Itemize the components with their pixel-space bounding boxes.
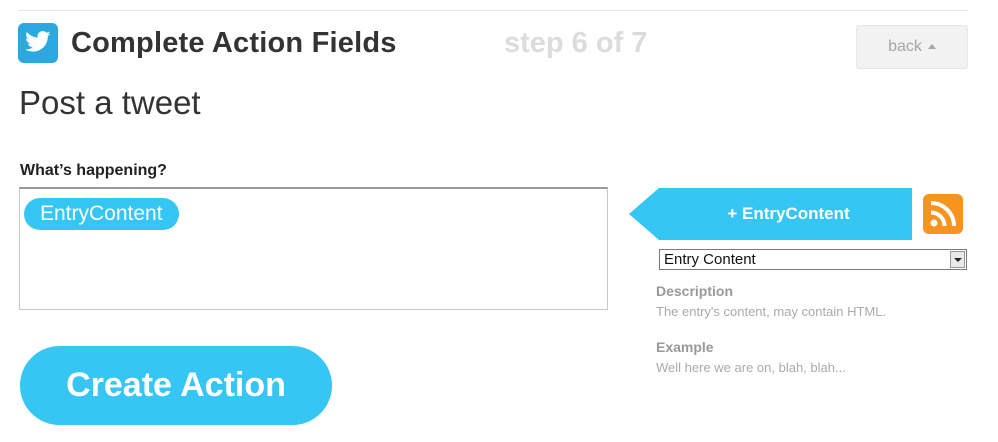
- chevron-down-icon[interactable]: [950, 251, 965, 268]
- caret-up-icon: [927, 43, 936, 49]
- add-ingredient-label: + EntryContent: [727, 204, 850, 223]
- step-indicator: step 6 of 7: [504, 27, 648, 59]
- create-action-label: Create Action: [66, 366, 286, 404]
- ingredient-select-value: Entry Content: [664, 251, 756, 268]
- example-text: Well here we are on, blah, blah...: [656, 360, 846, 375]
- description-text: The entry's content, may contain HTML.: [656, 304, 887, 319]
- create-action-button[interactable]: Create Action: [20, 346, 332, 425]
- back-button-label: back: [888, 38, 922, 55]
- page-title: Complete Action Fields: [71, 27, 397, 59]
- twitter-icon: [18, 23, 58, 63]
- action-title: Post a tweet: [19, 84, 201, 121]
- add-ingredient-button[interactable]: + EntryContent: [629, 188, 912, 240]
- tweet-text-field[interactable]: EntryContent: [19, 187, 608, 310]
- ingredient-token[interactable]: EntryContent: [24, 198, 179, 230]
- back-button[interactable]: back: [856, 25, 968, 69]
- top-divider: [18, 10, 968, 11]
- field-label: What’s happening?: [20, 162, 167, 179]
- page-header: Complete Action Fields step 6 of 7 back: [18, 23, 968, 73]
- example-heading: Example: [656, 339, 714, 355]
- rss-icon: [923, 194, 963, 234]
- description-heading: Description: [656, 283, 734, 299]
- ingredient-select[interactable]: Entry Content: [659, 249, 967, 270]
